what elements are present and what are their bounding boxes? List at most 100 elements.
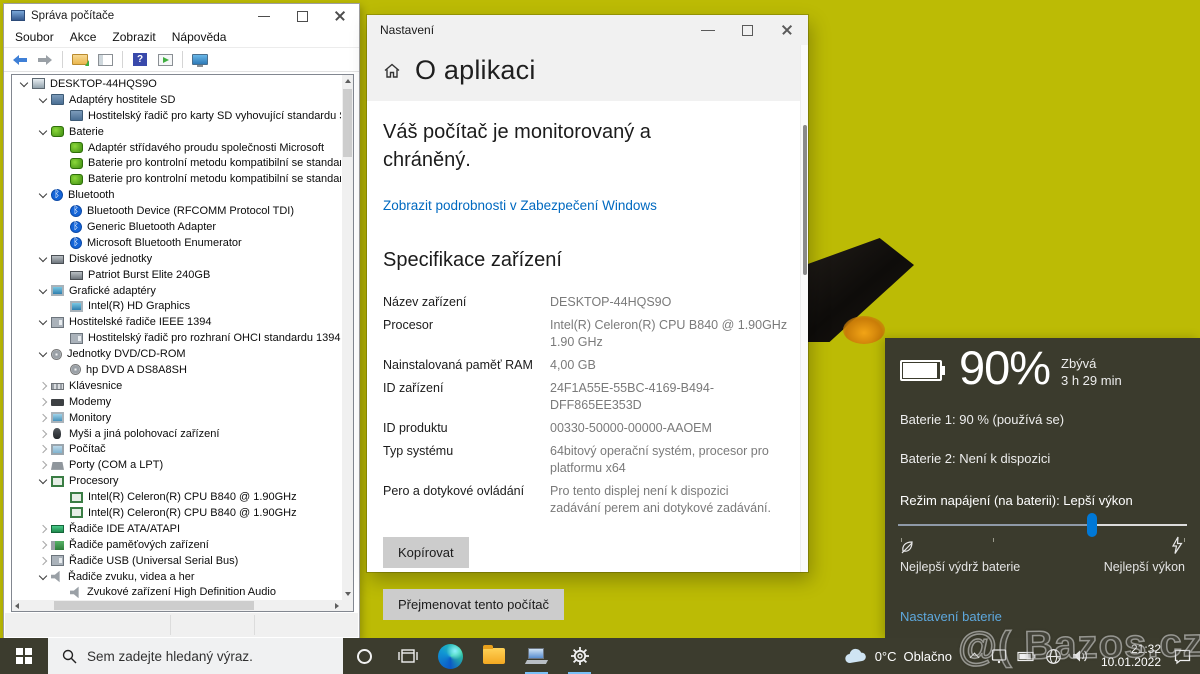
tree-item[interactable]: Intel(R) Celeron(R) CPU B840 @ 1.90GHz (13, 505, 341, 521)
tree-item[interactable]: Intel(R) HD Graphics (13, 298, 341, 314)
chevron-right-icon[interactable] (38, 524, 49, 534)
tree-item[interactable]: Klávesnice (13, 378, 341, 394)
chevron-right-icon[interactable] (38, 397, 49, 407)
chevron-down-icon[interactable] (38, 349, 49, 359)
forward-icon[interactable] (35, 50, 55, 70)
tree-item[interactable]: Modemy (13, 394, 341, 410)
chevron-down-icon[interactable] (38, 254, 49, 264)
horizontal-scrollbar[interactable] (12, 600, 342, 611)
search-input[interactable] (87, 649, 317, 664)
chevron-down-icon[interactable] (38, 127, 49, 137)
weather-widget[interactable]: 0°C Oblačno (844, 648, 952, 665)
scroll-up-icon[interactable] (345, 79, 351, 83)
chevron-down-icon[interactable] (38, 286, 49, 296)
chevron-down-icon[interactable] (38, 95, 49, 105)
tree-item[interactable]: Myši a jiná polohovací zařízení (13, 426, 341, 442)
tree-item[interactable]: Grafické adaptéry (13, 283, 341, 299)
tree-item[interactable]: Zvukové zařízení High Definition Audio (13, 585, 341, 600)
chevron-down-icon[interactable] (19, 79, 30, 89)
battery-settings-link[interactable]: Nastavení baterie (900, 609, 1002, 624)
edge-button[interactable] (429, 638, 472, 674)
chevron-right-icon[interactable] (38, 381, 49, 391)
menu-napoveda[interactable]: Nápověda (165, 28, 234, 46)
tree-item[interactable]: Baterie (13, 124, 341, 140)
tree-item[interactable]: Hostitelské řadiče IEEE 1394 (13, 314, 341, 330)
settings-scrollbar[interactable] (800, 45, 808, 572)
minimize-button[interactable] (245, 6, 283, 26)
clock[interactable]: 21:32 10.01.2022 (1101, 643, 1161, 670)
tree-item[interactable]: Monitory (13, 410, 341, 426)
horizontal-scroll-thumb[interactable] (54, 601, 254, 610)
chevron-right-icon[interactable] (38, 444, 49, 454)
menu-zobrazit[interactable]: Zobrazit (105, 28, 162, 46)
settings-scroll-thumb[interactable] (803, 125, 807, 275)
tree-item[interactable]: hp DVD A DS8A8SH (13, 362, 341, 378)
tree-item[interactable]: Porty (COM a LPT) (13, 457, 341, 473)
tree-item[interactable]: Počítač (13, 441, 341, 457)
tree-item[interactable]: Intel(R) Celeron(R) CPU B840 @ 1.90GHz (13, 489, 341, 505)
taskbar-search[interactable] (48, 638, 343, 674)
chevron-down-icon[interactable] (38, 476, 49, 486)
cast-icon[interactable] (990, 648, 1008, 664)
tree-item[interactable]: Hostitelský řadič pro rozhraní OHCI stan… (13, 330, 341, 346)
tree-item[interactable]: Adaptéry hostitele SD (13, 92, 341, 108)
battery-tray-icon[interactable] (1017, 649, 1036, 663)
settings-button[interactable] (558, 638, 601, 674)
tree-item[interactable]: Řadiče zvuku, videa a her (13, 569, 341, 585)
action-center-icon[interactable] (1173, 648, 1192, 665)
tree-item[interactable]: Bluetooth (13, 187, 341, 203)
chevron-down-icon[interactable] (38, 572, 49, 582)
tree-item[interactable]: Baterie pro kontrolní metodu kompatibiln… (13, 171, 341, 187)
start-button[interactable] (0, 638, 48, 674)
volume-icon[interactable] (1071, 648, 1089, 664)
tree-item[interactable]: Řadiče USB (Universal Serial Bus) (13, 553, 341, 569)
tree-item[interactable]: Hostitelský řadič pro karty SD vyhovujíc… (13, 108, 341, 124)
security-details-link[interactable]: Zobrazit podrobnosti v Zabezpečení Windo… (383, 198, 657, 213)
scroll-down-icon[interactable] (345, 592, 351, 596)
tree-item[interactable]: Generic Bluetooth Adapter (13, 219, 341, 235)
panel-list-icon[interactable] (95, 50, 115, 70)
minimize-button[interactable] (688, 17, 728, 43)
copy-button[interactable]: Kopírovat (383, 537, 469, 568)
menu-soubor[interactable]: Soubor (8, 28, 61, 46)
home-icon[interactable] (383, 62, 401, 80)
tree-item[interactable]: Adaptér střídavého proudu společnosti Mi… (13, 140, 341, 156)
power-slider-thumb[interactable] (1087, 513, 1097, 537)
chevron-down-icon[interactable] (38, 190, 49, 200)
chevron-right-icon[interactable] (38, 556, 49, 566)
tray-overflow-chevron-icon[interactable] (969, 652, 981, 660)
scroll-right-icon[interactable] (335, 603, 339, 609)
chevron-right-icon[interactable] (38, 540, 49, 550)
help-icon[interactable]: ? (130, 50, 150, 70)
chevron-down-icon[interactable] (38, 317, 49, 327)
task-view-button[interactable] (386, 638, 429, 674)
tree-item[interactable]: Procesory (13, 473, 341, 489)
chevron-right-icon[interactable] (38, 429, 49, 439)
power-slider[interactable] (898, 524, 1187, 526)
vertical-scroll-thumb[interactable] (343, 89, 352, 157)
vertical-scrollbar[interactable] (342, 75, 353, 600)
chevron-right-icon[interactable] (38, 413, 49, 423)
close-button[interactable] (768, 17, 808, 43)
tree-item[interactable]: Baterie pro kontrolní metodu kompatibiln… (13, 155, 341, 171)
tree-item[interactable]: Diskové jednotky (13, 251, 341, 267)
tree-item[interactable]: Patriot Burst Elite 240GB (13, 267, 341, 283)
tree-item[interactable]: Řadiče paměťových zařízení (13, 537, 341, 553)
tree-item[interactable]: DESKTOP-44HQS9O (13, 76, 341, 92)
computer-management-button[interactable] (515, 638, 558, 674)
close-button[interactable] (321, 6, 359, 26)
network-icon[interactable] (1045, 648, 1062, 665)
export-icon[interactable] (70, 50, 90, 70)
chevron-right-icon[interactable] (38, 460, 49, 470)
back-icon[interactable] (10, 50, 30, 70)
tree-item[interactable]: Jednotky DVD/CD-ROM (13, 346, 341, 362)
window-action-icon[interactable] (155, 50, 175, 70)
rename-pc-button[interactable]: Přejmenovat tento počítač (383, 589, 564, 620)
file-explorer-button[interactable] (472, 638, 515, 674)
cortana-button[interactable] (343, 638, 386, 674)
maximize-button[interactable] (283, 6, 321, 26)
menu-akce[interactable]: Akce (63, 28, 104, 46)
maximize-button[interactable] (728, 17, 768, 43)
remote-monitor-icon[interactable] (190, 50, 210, 70)
tree-item[interactable]: Bluetooth Device (RFCOMM Protocol TDI) (13, 203, 341, 219)
